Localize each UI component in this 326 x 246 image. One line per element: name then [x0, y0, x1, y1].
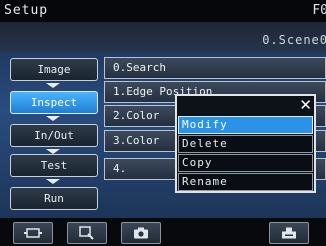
menu-item-copy[interactable]: Copy	[178, 154, 313, 172]
nav-button-inspect[interactable]: Inspect	[10, 91, 98, 114]
display-icon	[24, 228, 42, 238]
camera-icon	[134, 227, 148, 239]
nav-button-image[interactable]: Image	[10, 58, 98, 81]
save-button[interactable]	[269, 222, 309, 244]
display-button[interactable]	[13, 222, 53, 244]
title-bar: Setup F0	[0, 0, 326, 22]
scene-bar: 0.Scene0	[0, 22, 326, 52]
menu-item-rename[interactable]: Rename	[178, 173, 313, 191]
menu-item-delete[interactable]: Delete	[178, 135, 313, 153]
menu-item-modify[interactable]: Modify	[178, 116, 313, 134]
nav-button-run[interactable]: Run	[10, 187, 98, 210]
flow-arrow-icon	[46, 83, 60, 88]
flow-arrow-icon	[46, 116, 60, 121]
close-icon[interactable]: ✕	[299, 96, 312, 114]
zoom-icon	[79, 226, 94, 240]
camera-button[interactable]	[121, 222, 161, 244]
flow-arrow-icon	[46, 179, 60, 184]
nav-button-test[interactable]: Test	[10, 154, 98, 177]
context-menu: ✕ Modify Delete Copy Rename	[175, 94, 316, 193]
bottom-toolbar	[0, 218, 326, 246]
page-title: Setup	[4, 3, 49, 18]
save-icon	[282, 227, 296, 239]
scene-label: 0.Scene0	[262, 33, 326, 47]
status-indicator: F0	[312, 3, 326, 18]
list-item-search[interactable]: 0.Search	[104, 57, 326, 79]
zoom-button[interactable]	[67, 222, 107, 244]
screen: Setup F0 0.Scene0 Image Inspect In/Out T…	[0, 0, 326, 246]
nav-button-in-out[interactable]: In/Out	[10, 124, 98, 147]
